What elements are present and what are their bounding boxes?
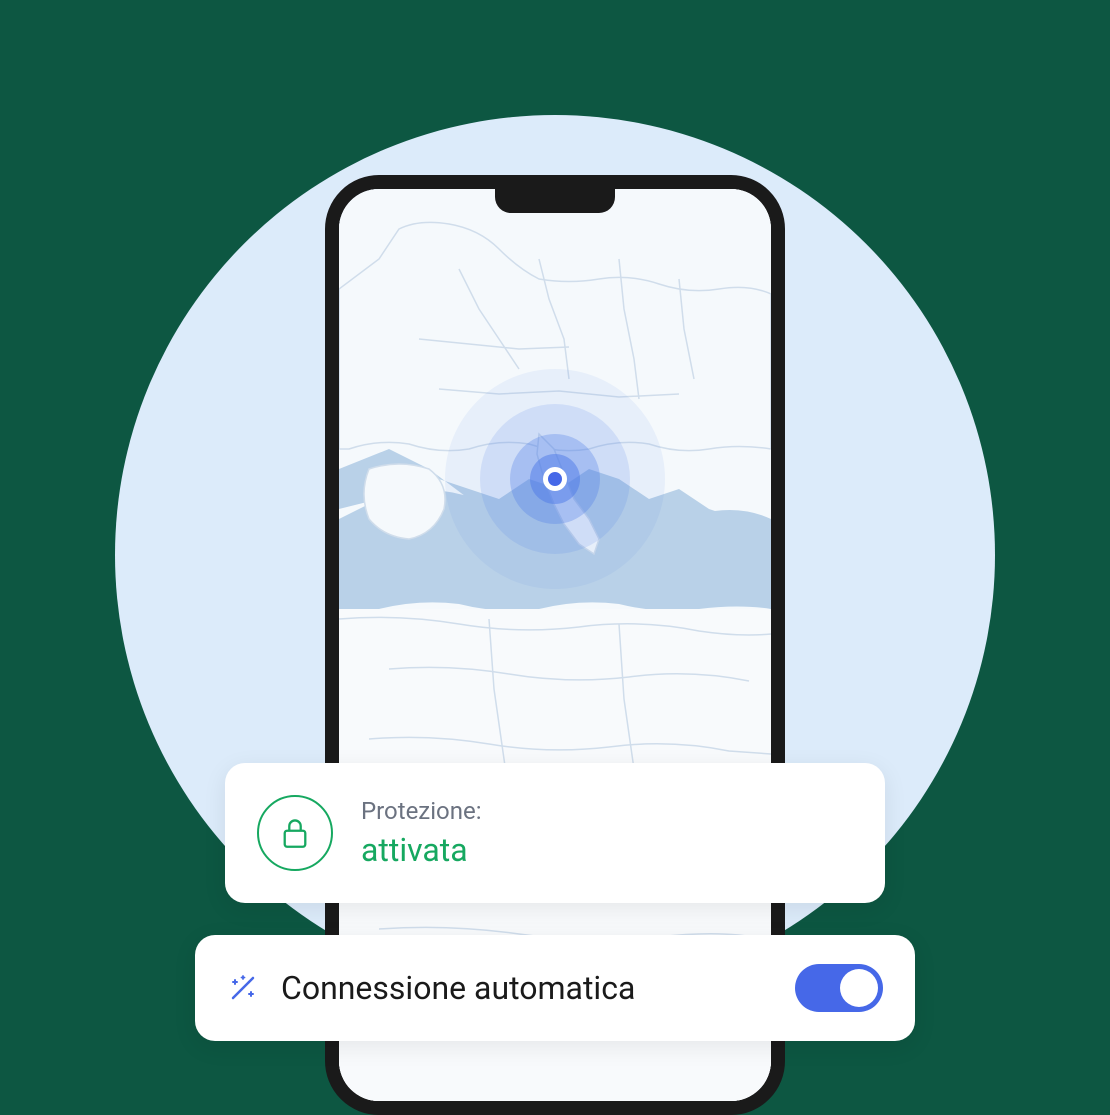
background-circle: Protezione: attivata Connessione automat… [115, 115, 995, 995]
auto-connect-label: Connessione automatica [281, 969, 635, 1007]
lock-icon [257, 795, 333, 871]
protection-status-card: Protezione: attivata [225, 763, 885, 903]
auto-connect-toggle[interactable] [795, 964, 883, 1012]
protection-status-value: attivata [361, 831, 482, 869]
magic-wand-icon [227, 972, 259, 1004]
auto-connect-card: Connessione automatica [195, 935, 915, 1041]
location-dot-icon [543, 467, 567, 491]
phone-notch [495, 189, 615, 213]
protection-label: Protezione: [361, 797, 482, 825]
